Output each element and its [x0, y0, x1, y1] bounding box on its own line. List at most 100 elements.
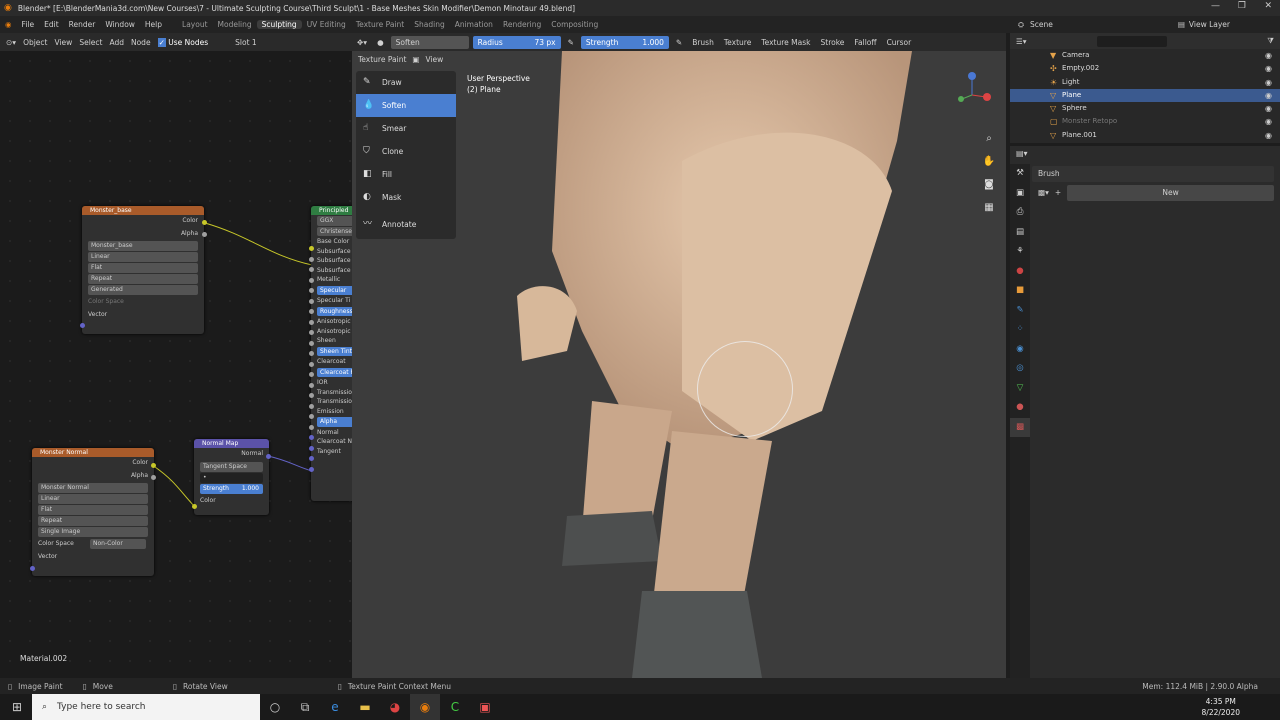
outliner-item-plane[interactable]: ▽ Plane ◉ [1010, 88, 1280, 103]
space-dropdown[interactable]: Tangent Space [200, 461, 263, 472]
image-selector[interactable]: Monster_base [88, 241, 198, 251]
view-layer-icon[interactable]: ▤ [1010, 223, 1030, 243]
socket-input[interactable] [309, 466, 314, 472]
editor-type-icon[interactable]: ☰▾ [1016, 37, 1027, 46]
tab-layout[interactable]: Layout [177, 20, 213, 29]
scene-selector[interactable]: Scene [1030, 20, 1053, 29]
outliner-item-empty-002[interactable]: ✣ Empty.002 ◉ [1010, 62, 1280, 75]
pressure-icon[interactable]: ✎ [671, 38, 687, 47]
windows-start-icon[interactable]: ⊞ [2, 694, 32, 720]
socket-normal[interactable] [266, 454, 271, 459]
taskbar-clock[interactable]: 4:35 PM 8/22/2020 [1202, 696, 1240, 718]
blender-taskbar-icon[interactable]: ◉ [410, 694, 440, 720]
camera-view-icon[interactable]: ◙ [978, 175, 1000, 195]
socket-alpha[interactable] [151, 475, 156, 480]
socket-color[interactable] [151, 463, 156, 468]
socket-vector[interactable] [80, 323, 85, 328]
menu-stroke[interactable]: Stroke [816, 38, 850, 47]
output-icon[interactable]: ⎙ [1010, 203, 1030, 223]
maximize-icon[interactable]: ❐ [1238, 1, 1246, 11]
use-nodes-checkbox[interactable]: ✓ Use Nodes [157, 37, 208, 47]
image-selector[interactable]: Monster Normal [38, 483, 148, 493]
socket-input[interactable] [309, 435, 314, 440]
blender-menu-icon[interactable]: ◉ [0, 20, 17, 29]
texture-icon[interactable]: ▩ [1010, 417, 1030, 437]
socket-input[interactable] [309, 330, 314, 335]
tool-mask[interactable]: ◐ Mask [356, 186, 456, 209]
camtasia-icon[interactable]: C [440, 694, 470, 720]
socket-input[interactable] [309, 393, 314, 398]
outliner-item-camera[interactable]: ▼ Camera ◉ [1010, 49, 1280, 62]
source-dropdown[interactable]: Single Image [38, 527, 148, 537]
menu-texture-mask[interactable]: Texture Mask [756, 38, 815, 47]
minimize-icon[interactable]: — [1211, 1, 1220, 11]
tab-sculpting[interactable]: Sculpting [256, 20, 302, 29]
outliner-search-input[interactable] [1096, 35, 1167, 47]
cortana-icon[interactable]: ○ [260, 694, 290, 720]
editor-type-icon[interactable]: ✥▾ [352, 38, 372, 47]
shader-node-editor[interactable]: Monster_base Color Alpha Monster_base Li… [0, 51, 352, 678]
editor-type-icon[interactable]: ▤▾ [1016, 149, 1028, 158]
view-layer-selector[interactable]: View Layer [1189, 20, 1230, 29]
edge-icon[interactable]: e [320, 694, 350, 720]
data-icon[interactable]: ▽ [1010, 379, 1030, 399]
principled-input[interactable]: Christensen [317, 226, 352, 236]
visibility-eye-icon[interactable]: ◉ [1265, 115, 1272, 128]
brush-icon[interactable]: ● [372, 38, 389, 47]
chrome-icon[interactable]: ◕ [380, 694, 410, 720]
projection-dropdown[interactable]: Flat [38, 505, 148, 515]
strength-slider[interactable]: Strength 1.000 [580, 35, 669, 49]
menu-view[interactable]: View [55, 38, 73, 47]
source-dropdown[interactable]: Generated [88, 285, 198, 295]
socket-alpha[interactable] [202, 232, 207, 237]
tool-soften[interactable]: 💧 Soften [356, 94, 456, 117]
socket-input[interactable] [309, 298, 314, 304]
navigation-gizmo[interactable] [950, 71, 994, 115]
scene-icon[interactable]: ⚘ [1010, 242, 1030, 262]
visibility-eye-icon[interactable]: ◉ [1265, 76, 1272, 89]
tool-icon[interactable]: ⚒ [1010, 164, 1030, 184]
principled-input[interactable]: Clearcoat R [317, 367, 352, 377]
principled-input[interactable]: GGX [317, 216, 352, 226]
node-monster-base[interactable]: Monster_base Color Alpha Monster_base Li… [82, 206, 204, 334]
texture-paint-mode-dropdown[interactable]: Texture Paint [358, 55, 406, 64]
outliner-item-sphere[interactable]: ▽ Sphere ◉ [1010, 102, 1280, 115]
socket-input[interactable] [309, 309, 314, 314]
node-monster-normal[interactable]: Monster Normal Color Alpha Monster Norma… [32, 448, 154, 576]
menu-file[interactable]: File [17, 20, 40, 29]
node-normal-map[interactable]: Normal Map Normal Tangent Space • Streng… [194, 439, 269, 515]
socket-input[interactable] [309, 382, 314, 388]
taskbar-search-box[interactable]: ⌕ Type here to search [32, 694, 260, 720]
uv-map-field[interactable]: • [200, 472, 263, 483]
object-icon[interactable]: ■ [1010, 281, 1030, 301]
brush-name-field[interactable]: Soften [390, 35, 469, 49]
socket-input[interactable] [309, 319, 314, 325]
principled-input[interactable]: Sheen Tint [317, 346, 352, 356]
socket-input[interactable] [309, 414, 314, 419]
render-icon[interactable]: ▣ [1010, 184, 1030, 204]
menu-node[interactable]: Node [131, 38, 151, 47]
3d-viewport[interactable]: Texture Paint ▣ View ✎ Draw 💧 Soften ☝ Smear ⛉… [352, 51, 1006, 678]
socket-input[interactable] [309, 351, 314, 356]
visibility-eye-icon[interactable]: ◉ [1265, 129, 1272, 142]
tool-fill[interactable]: ◧ Fill [356, 163, 456, 186]
principled-input[interactable]: Specular [317, 285, 352, 295]
socket-input[interactable] [309, 277, 314, 283]
socket-input[interactable] [309, 256, 314, 262]
tab-animation[interactable]: Animation [450, 20, 498, 29]
socket-input[interactable] [309, 424, 314, 430]
tool-annotate[interactable]: 〰 Annotate [356, 213, 456, 236]
principled-input[interactable]: Roughness [317, 306, 352, 316]
socket-vector[interactable] [30, 566, 35, 571]
zoom-icon[interactable]: ⌕ [978, 129, 1000, 149]
tool-draw[interactable]: ✎ Draw [356, 71, 456, 94]
new-texture-button[interactable]: New [1067, 185, 1274, 201]
socket-input[interactable] [309, 361, 314, 367]
outliner-item-plane-001[interactable]: ▽ Plane.001 ◉ [1010, 129, 1280, 142]
node-principled-bsdf[interactable]: Principled GGXChristensen Base Color Subsu… [311, 206, 352, 501]
visibility-eye-icon[interactable]: ◉ [1265, 62, 1272, 75]
radius-slider[interactable]: Radius 73 px [472, 35, 561, 49]
extension-dropdown[interactable]: Repeat [38, 516, 148, 526]
socket-input[interactable] [309, 403, 314, 409]
socket-input[interactable] [309, 372, 314, 377]
